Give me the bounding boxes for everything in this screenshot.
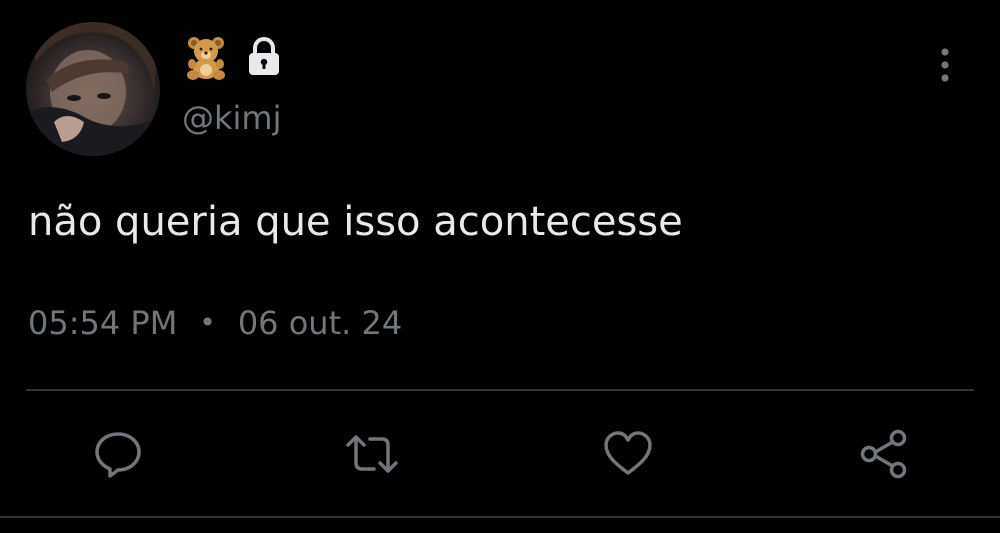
tweet-date: 06 out. 24 (237, 304, 403, 342)
reply-button[interactable] (88, 424, 148, 484)
like-button[interactable] (598, 424, 658, 484)
bottom-divider (0, 516, 1000, 518)
vertical-ellipsis-icon[interactable] (930, 46, 960, 86)
tweet-actions (0, 424, 1000, 484)
reply-icon (95, 432, 141, 478)
tweet-time: 05:54 PM (28, 304, 178, 342)
avatar[interactable] (26, 22, 160, 156)
avatar-photo (26, 22, 160, 156)
share-button[interactable] (854, 424, 914, 484)
divider (26, 389, 974, 391)
tweet-text: não queria que isso acontecesse (28, 199, 683, 245)
share-icon (860, 429, 907, 479)
lock-icon (249, 37, 279, 75)
retweet-icon (346, 435, 398, 473)
teddy-bear-icon (187, 37, 225, 80)
heart-icon (604, 431, 652, 475)
meta-separator: • (199, 306, 216, 339)
retweet-button[interactable] (342, 424, 402, 484)
user-handle[interactable]: @kimj (182, 98, 281, 138)
display-name-row (182, 32, 282, 82)
tweet-timestamp: 05:54 PM • 06 out. 24 (28, 302, 402, 344)
